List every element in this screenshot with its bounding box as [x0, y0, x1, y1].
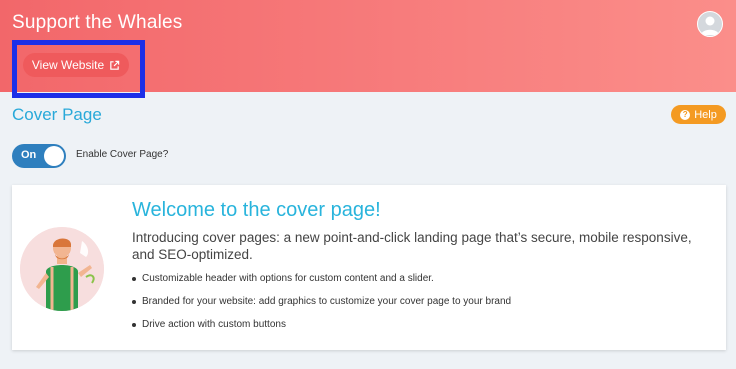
- annotation-highlight-box: [12, 40, 145, 98]
- user-avatar[interactable]: [697, 11, 723, 37]
- card-intro-text: Introducing cover pages: a new point-and…: [132, 230, 692, 262]
- toggle-label: Enable Cover Page?: [76, 149, 169, 160]
- list-item: Branded for your website: add graphics t…: [132, 296, 702, 319]
- question-circle-icon: ?: [680, 109, 691, 120]
- site-title: Support the Whales: [12, 12, 183, 33]
- feature-list: Customizable header with options for cus…: [132, 273, 702, 342]
- list-item: Customizable header with options for cus…: [132, 273, 702, 296]
- toggle-state-label: On: [21, 149, 37, 161]
- toggle-knob: [44, 146, 64, 166]
- page-title: Cover Page: [12, 105, 102, 124]
- person-illustration: [20, 227, 104, 311]
- welcome-card: Welcome to the cover page! Introducing c…: [12, 185, 726, 350]
- cover-page-toggle[interactable]: On: [12, 144, 66, 168]
- list-item: Drive action with custom buttons: [132, 319, 702, 342]
- user-avatar-icon: [701, 16, 719, 35]
- card-title: Welcome to the cover page!: [132, 199, 381, 221]
- help-button[interactable]: ? Help: [671, 105, 726, 124]
- help-label: Help: [694, 108, 717, 121]
